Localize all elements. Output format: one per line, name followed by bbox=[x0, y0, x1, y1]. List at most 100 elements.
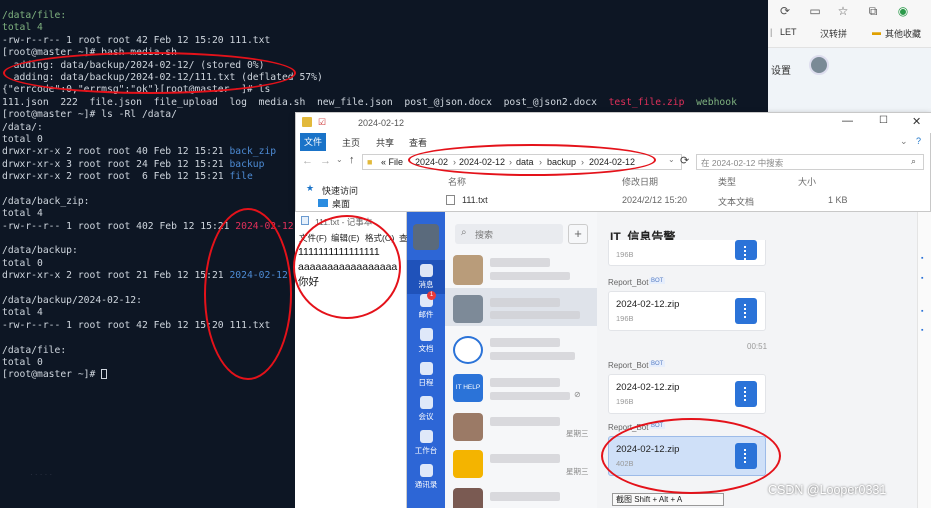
file-name: 2024-02-12.zip bbox=[616, 444, 680, 455]
notepad-icon bbox=[301, 216, 309, 225]
side-icon[interactable]: ▪ bbox=[921, 255, 923, 262]
reading-view-icon[interactable]: ▭ bbox=[808, 4, 822, 18]
notepad-line: 你好 bbox=[298, 276, 319, 288]
tab-share[interactable]: 共享 bbox=[376, 136, 394, 149]
add-button[interactable]: + bbox=[568, 224, 588, 244]
tab-file[interactable]: 文件 bbox=[300, 133, 326, 151]
avatar[interactable] bbox=[809, 55, 829, 75]
chat-bubble-icon[interactable] bbox=[453, 336, 483, 364]
breadcrumb-data[interactable]: data bbox=[516, 157, 534, 167]
avatar[interactable] bbox=[453, 413, 483, 441]
menu-edit[interactable]: 编辑(E) bbox=[331, 232, 359, 244]
terminal-text: total 4 bbox=[2, 307, 43, 319]
avatar[interactable] bbox=[413, 224, 439, 250]
folder-icon bbox=[302, 117, 312, 127]
column-size[interactable]: 大小 bbox=[798, 175, 816, 188]
wecom-side-panel: ▪ ▪ ▪ ▪ bbox=[917, 212, 931, 508]
file-card-selected[interactable]: 2024-02-12.zip 402B bbox=[608, 436, 766, 476]
wecom-search-input[interactable]: ⌕ 搜索 bbox=[455, 224, 563, 244]
bookmark-hanzhuanpin[interactable]: 汉转拼 bbox=[820, 27, 847, 40]
breadcrumb-2024-02-12[interactable]: 2024-02-12 bbox=[459, 157, 505, 167]
close-icon[interactable]: ✕ bbox=[912, 115, 921, 128]
column-name[interactable]: 名称 bbox=[448, 175, 466, 188]
people-icon[interactable]: ▪ bbox=[921, 275, 923, 282]
sidebar-item-quick-access[interactable]: 快速访问 bbox=[322, 184, 358, 197]
search-icon: ⌕ bbox=[461, 227, 467, 238]
column-type[interactable]: 类型 bbox=[718, 175, 736, 188]
file-type: 文本文档 bbox=[718, 197, 755, 207]
file-card[interactable]: 196B bbox=[608, 240, 766, 266]
file-card[interactable]: 2024-02-12.zip 196B bbox=[608, 374, 766, 414]
refresh-icon[interactable]: ⟳ bbox=[680, 154, 689, 167]
mail-badge: 1 bbox=[427, 291, 436, 300]
favorites-icon[interactable]: ☆ bbox=[836, 4, 850, 18]
nav-label: 邮件 bbox=[418, 310, 434, 319]
tab-home[interactable]: 主页 bbox=[342, 136, 360, 149]
blurred-text bbox=[490, 338, 560, 347]
breadcrumb-separator: › bbox=[581, 157, 584, 167]
help-icon[interactable]: ? bbox=[916, 136, 921, 146]
recent-locations-icon[interactable]: ⌄ bbox=[336, 155, 343, 164]
bookmark-let[interactable]: LET bbox=[780, 27, 797, 37]
breadcrumb-file[interactable]: « File bbox=[381, 157, 403, 167]
blurred-text bbox=[490, 454, 560, 463]
nav-meeting[interactable]: 会议 bbox=[407, 396, 445, 422]
sidebar-item-desktop[interactable]: 桌面 bbox=[332, 197, 350, 210]
nav-messages[interactable]: 消息 bbox=[407, 260, 445, 294]
back-icon[interactable]: ← bbox=[302, 155, 313, 167]
settings-link[interactable]: 设置 bbox=[771, 62, 791, 77]
terminal-text: drwxr-xr-x 3 root root 24 Feb 12 15:21 bbox=[2, 158, 230, 170]
background-watermark: · · · · · bbox=[30, 470, 53, 479]
avatar[interactable] bbox=[453, 255, 483, 285]
calendar-icon bbox=[419, 362, 433, 375]
quick-access-toolbar-icon[interactable]: ☑ bbox=[318, 117, 326, 128]
chevron-down-icon[interactable]: ⌄ bbox=[900, 136, 908, 147]
explorer-search-input[interactable]: 在 2024-02-12 中搜索 ⌕ bbox=[696, 154, 924, 170]
it-help-avatar[interactable]: IT HELP bbox=[453, 374, 483, 402]
side-icon[interactable]: ▪ bbox=[921, 308, 923, 315]
menu-format[interactable]: 格式(O) bbox=[365, 232, 394, 244]
nav-docs[interactable]: 文档 bbox=[407, 328, 445, 354]
address-bar[interactable]: ■ « File 2024-02 › 2024-02-12 › data › b… bbox=[362, 154, 682, 170]
blurred-text bbox=[490, 352, 575, 360]
nav-contacts[interactable]: 通讯录 bbox=[407, 464, 445, 490]
column-modified[interactable]: 修改日期 bbox=[622, 175, 658, 188]
side-icon[interactable]: ▪ bbox=[921, 327, 923, 334]
maximize-icon[interactable]: ☐ bbox=[879, 115, 888, 126]
terminal-cursor bbox=[101, 369, 108, 380]
notepad-line: 1111111111111111 bbox=[298, 246, 380, 258]
minimize-icon[interactable]: — bbox=[842, 115, 853, 127]
file-card[interactable]: 2024-02-12.zip 196B bbox=[608, 291, 766, 331]
breadcrumb-backup[interactable]: backup bbox=[547, 157, 576, 167]
extension-icon[interactable]: ◉ bbox=[896, 4, 910, 18]
nav-mail[interactable]: 邮件 1 bbox=[407, 291, 445, 320]
terminal-line: adding: data/backup/2024-02-12/ (stored … bbox=[2, 60, 737, 72]
file-row[interactable]: 111.txt 2024/2/12 15:20 文本文档 1 KB bbox=[446, 194, 931, 208]
nav-calendar[interactable]: 日程 bbox=[407, 362, 445, 388]
avatar[interactable] bbox=[453, 450, 483, 478]
zip-file-icon bbox=[735, 443, 757, 469]
forward-icon[interactable]: → bbox=[320, 155, 331, 167]
nav-workbench[interactable]: 工作台 bbox=[407, 430, 445, 456]
file-name: 2024-02-12.zip bbox=[616, 299, 680, 310]
up-icon[interactable]: ↑ bbox=[349, 154, 355, 166]
breadcrumb-current[interactable]: 2024-02-12 bbox=[589, 157, 635, 167]
address-dropdown-icon[interactable]: ⌄ bbox=[668, 155, 675, 164]
avatar[interactable] bbox=[453, 488, 483, 508]
terminal-text: 2024-02-12 bbox=[229, 270, 288, 282]
file-size: 196B bbox=[616, 250, 634, 259]
file-explorer-window[interactable]: ☑ 2024-02-12 — ☐ ✕ 文件 主页 共享 查看 ⌄ ? ← → ⌄… bbox=[295, 112, 931, 212]
refresh-icon[interactable]: ⟳ bbox=[778, 4, 792, 18]
breadcrumb-2024-02[interactable]: 2024-02 bbox=[415, 157, 448, 167]
menu-file[interactable]: 文件(F) bbox=[299, 232, 327, 244]
nav-label: 日程 bbox=[418, 378, 434, 387]
blurred-text bbox=[490, 392, 570, 400]
avatar[interactable] bbox=[453, 295, 483, 323]
notepad-window[interactable]: 111.txt - 记事本 文件(F) 编辑(E) 格式(O) 查 111111… bbox=[295, 212, 408, 508]
tab-view[interactable]: 查看 bbox=[409, 136, 427, 149]
terminal-line: /data/file: bbox=[2, 10, 737, 22]
terminal-text: drwxr-xr-x 2 root root 40 Feb 12 15:21 bbox=[2, 146, 230, 158]
collections-icon[interactable]: ⧉ bbox=[866, 4, 880, 18]
notepad-content[interactable]: 1111111111111111 aaaaaaaaaaaaaaaaa 你好 bbox=[298, 245, 397, 290]
bookmark-other[interactable]: 其他收藏 bbox=[885, 27, 921, 40]
